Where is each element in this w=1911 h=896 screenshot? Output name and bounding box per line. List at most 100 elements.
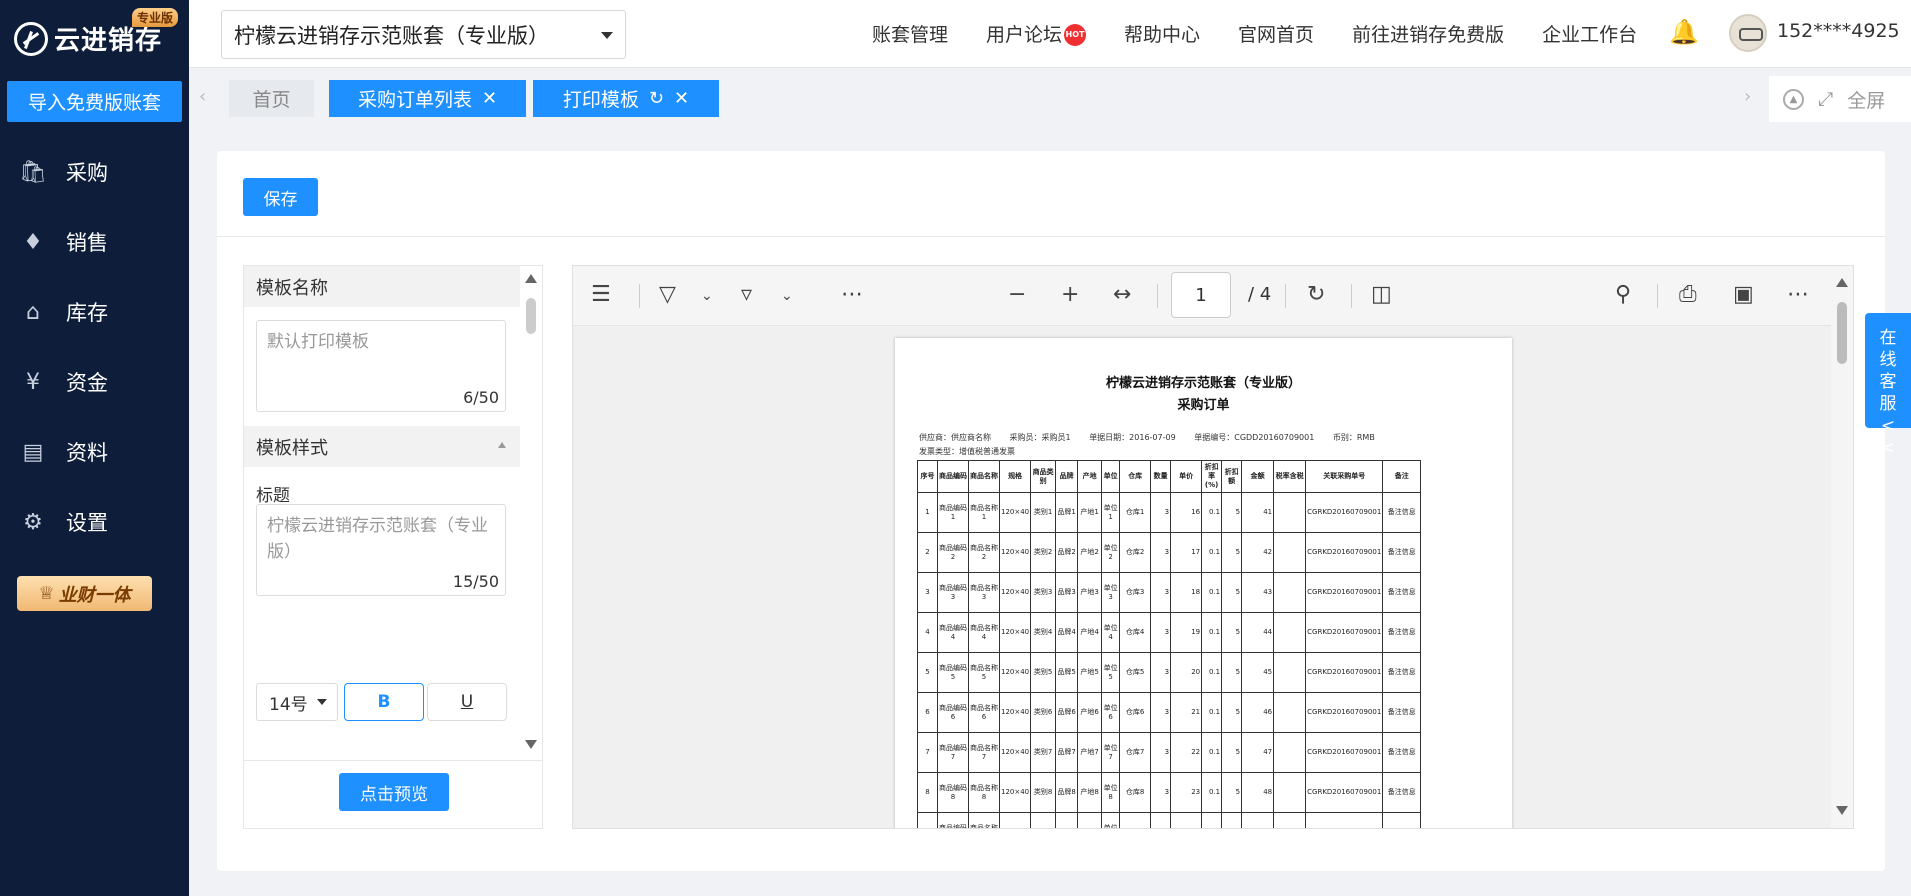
- scroll-thumb[interactable]: [526, 298, 536, 334]
- sidebar-item-sales[interactable]: ♦ 销售: [0, 207, 189, 277]
- bell-icon[interactable]: 🔔: [1669, 18, 1699, 46]
- table-cell: 22: [1170, 732, 1203, 773]
- account-selector[interactable]: 柠檬云进销存示范账套（专业版）: [221, 10, 626, 59]
- link-enterprise-workbench[interactable]: 企业工作台: [1542, 20, 1637, 47]
- underline-button[interactable]: U: [427, 683, 507, 721]
- title-input[interactable]: 柠檬云进销存示范账套（专业版） 15/50: [256, 504, 506, 596]
- table-cell: 24: [1170, 812, 1203, 828]
- draw-icon[interactable]: ▿: [741, 282, 752, 307]
- import-free-account-button[interactable]: 导入免费版账套: [7, 81, 182, 122]
- link-official-site[interactable]: 官网首页: [1238, 20, 1314, 47]
- sidebar-item-funds[interactable]: ¥ 资金: [0, 347, 189, 417]
- table-cell: 仓库5: [1119, 652, 1152, 693]
- save-file-icon[interactable]: ▣: [1733, 282, 1754, 307]
- table-cell: 0.1: [1201, 732, 1223, 773]
- table-cell: [1273, 652, 1307, 693]
- section-template-style[interactable]: 模板样式: [244, 426, 520, 467]
- gear-icon: ⚙: [23, 509, 43, 535]
- table-cell: 商品编码1: [937, 492, 969, 533]
- table-cell: 3: [1150, 772, 1172, 813]
- refresh-icon[interactable]: ↻: [649, 88, 664, 109]
- table-cell: 19: [1170, 612, 1203, 653]
- print-icon[interactable]: ⎙: [1679, 282, 1697, 307]
- sidebar-item-inventory[interactable]: ⌂ 库存: [0, 277, 189, 347]
- preview-button[interactable]: 点击预览: [339, 773, 449, 811]
- link-free-edition[interactable]: 前往进销存免费版: [1352, 20, 1504, 47]
- sidebar-item-purchase[interactable]: 🛍 采购: [0, 137, 189, 207]
- close-icon[interactable]: ✕: [482, 88, 497, 109]
- table-cell: 5: [1221, 572, 1243, 613]
- template-name-placeholder: 默认打印模板: [267, 332, 369, 352]
- business-finance-button[interactable]: ♕ 业财一体: [17, 576, 152, 611]
- scroll-down-icon[interactable]: [1836, 806, 1848, 815]
- tab-purchase-order-list[interactable]: 采购订单列表 ✕: [329, 80, 526, 117]
- chevron-right-icon[interactable]: ›: [1744, 86, 1751, 107]
- close-icon[interactable]: ✕: [674, 88, 689, 109]
- highlight-icon[interactable]: ▽: [659, 282, 676, 307]
- more-icon[interactable]: ⋯: [1787, 282, 1809, 307]
- table-header-cell: 单价: [1170, 460, 1203, 493]
- zoom-out-icon[interactable]: −: [1008, 282, 1026, 307]
- table-cell: 商品编码2: [937, 532, 969, 573]
- scroll-up-icon[interactable]: [525, 274, 537, 283]
- table-cell: 商品名称2: [968, 532, 1000, 573]
- tab-home[interactable]: 首页: [229, 80, 314, 117]
- business-finance-label: 业财一体: [58, 584, 131, 606]
- scroll-thumb[interactable]: [1837, 302, 1847, 364]
- chevron-down-icon[interactable]: ⌄: [701, 288, 713, 304]
- chevron-left-icon[interactable]: ‹: [199, 86, 206, 107]
- user-name[interactable]: 152****4925: [1777, 20, 1900, 42]
- fit-width-icon[interactable]: ↔: [1113, 282, 1131, 307]
- table-cell: 仓库7: [1119, 732, 1152, 773]
- sidebar-item-label: 采购: [66, 161, 108, 185]
- scroll-down-icon[interactable]: [525, 740, 537, 749]
- avatar[interactable]: [1729, 14, 1767, 52]
- collapse-icon[interactable]: ▲: [1783, 88, 1804, 110]
- chevron-down-icon[interactable]: ⌄: [781, 288, 793, 304]
- template-name-counter: 6/50: [463, 388, 499, 407]
- table-cell: 8: [917, 772, 938, 813]
- rotate-icon[interactable]: ↻: [1307, 282, 1325, 307]
- fullscreen-label[interactable]: 全屏: [1847, 86, 1885, 113]
- search-icon[interactable]: ⚲: [1615, 282, 1631, 307]
- table-cell: 备注信息: [1382, 812, 1422, 828]
- table-cell: 备注信息: [1382, 692, 1422, 733]
- viewer-scrollbar[interactable]: [1831, 266, 1853, 828]
- panel-scrollbar[interactable]: [520, 266, 542, 760]
- link-help-center[interactable]: 帮助中心: [1124, 20, 1200, 47]
- table-header-cell: 数量: [1150, 460, 1172, 493]
- link-user-forum[interactable]: 用户论坛 HOT: [986, 20, 1087, 47]
- page-view-icon[interactable]: ◫: [1371, 282, 1392, 307]
- warehouse-icon: ⌂: [26, 299, 40, 325]
- table-cell: 仓库6: [1119, 692, 1152, 733]
- table-cell: 单位7: [1101, 732, 1121, 773]
- font-size-select[interactable]: 14号: [256, 683, 338, 721]
- tab-print-template[interactable]: 打印模板 ↻ ✕: [533, 80, 719, 117]
- link-account-management[interactable]: 账套管理: [872, 20, 948, 47]
- table-cell: 产地8: [1077, 772, 1103, 813]
- online-service-button[interactable]: 在线客服<<: [1865, 313, 1911, 458]
- tab-tools: ▲ ⤢ 全屏: [1769, 76, 1911, 122]
- bold-button[interactable]: B: [344, 683, 424, 721]
- table-cell: 0.1: [1201, 772, 1223, 813]
- table-cell: 3: [1150, 572, 1172, 613]
- outline-list-icon[interactable]: ☰: [591, 282, 611, 307]
- more-icon[interactable]: ⋯: [841, 282, 863, 307]
- scroll-up-icon[interactable]: [1836, 278, 1848, 287]
- sidebar-item-data[interactable]: ▤ 资料: [0, 417, 189, 487]
- table-cell: 商品编码7: [937, 732, 969, 773]
- zoom-in-icon[interactable]: +: [1061, 282, 1079, 307]
- page-number-input[interactable]: 1: [1171, 272, 1231, 318]
- table-cell: 3: [1150, 692, 1172, 733]
- template-name-input[interactable]: 默认打印模板 6/50: [256, 320, 506, 412]
- table-cell: 单位3: [1101, 572, 1121, 613]
- sidebar-item-settings[interactable]: ⚙ 设置: [0, 487, 189, 557]
- table-cell: 0.1: [1201, 612, 1223, 653]
- table-header-cell: 品牌: [1055, 460, 1079, 493]
- save-button[interactable]: 保存: [243, 178, 318, 216]
- table-cell: 5: [1221, 772, 1243, 813]
- table-cell: 商品编码8: [937, 772, 969, 813]
- table-cell: CGRKD20160709001: [1305, 732, 1384, 773]
- fullscreen-icon[interactable]: ⤢: [1818, 88, 1833, 110]
- tab-label: 采购订单列表: [357, 89, 472, 111]
